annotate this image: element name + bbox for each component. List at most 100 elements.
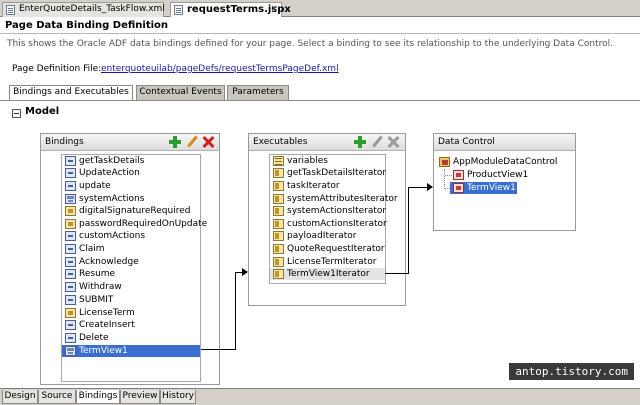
view-object-icon bbox=[453, 170, 464, 180]
executable-item[interactable]: taskIterator bbox=[270, 180, 385, 192]
iterator-icon bbox=[273, 231, 284, 241]
binding-item[interactable]: update bbox=[62, 180, 200, 192]
bindings-list[interactable]: getTaskDetails UpdateAction update syste… bbox=[61, 154, 207, 382]
binding-item[interactable]: Withdraw bbox=[62, 281, 200, 293]
executable-item[interactable]: customActionsIterator bbox=[270, 218, 387, 230]
iterator-icon bbox=[273, 206, 284, 216]
executable-item[interactable]: LicenseTermIterator bbox=[270, 256, 385, 268]
connector-line bbox=[201, 349, 235, 350]
tree-connector bbox=[444, 169, 445, 189]
binding-item[interactable]: Acknowledge bbox=[62, 256, 200, 268]
editor-tab-request-terms[interactable]: requestTerms.jspx × bbox=[170, 2, 291, 18]
tab-source[interactable]: Source bbox=[38, 390, 76, 404]
page-definition-label: Page Definition File: bbox=[12, 64, 102, 74]
executables-panel-header: Executables bbox=[249, 134, 405, 151]
binding-item[interactable]: SUBMIT bbox=[62, 294, 200, 306]
iterator-icon bbox=[273, 168, 284, 178]
binding-item[interactable]: digitalSignatureRequired bbox=[62, 205, 200, 217]
iterator-icon bbox=[273, 244, 284, 254]
bindings-panel-header: Bindings bbox=[41, 134, 219, 151]
delete-binding-icon[interactable] bbox=[201, 135, 215, 149]
tab-history[interactable]: History bbox=[160, 390, 196, 404]
executable-item[interactable]: variables bbox=[270, 155, 385, 167]
binding-item-selected[interactable]: TermView1 bbox=[62, 345, 200, 357]
executables-panel: Executables variables getTaskDetailsIter… bbox=[248, 133, 406, 306]
editor-tab-label: EnterQuoteDetails_TaskFlow.xml bbox=[19, 4, 165, 14]
connector-line bbox=[408, 187, 409, 274]
method-icon bbox=[65, 244, 76, 254]
attribute-icon bbox=[65, 219, 76, 229]
executable-item[interactable]: QuoteRequestIterator bbox=[270, 243, 385, 255]
variables-icon bbox=[273, 156, 284, 166]
tab-bindings-and-executables[interactable]: Bindings and Executables bbox=[9, 85, 133, 101]
binding-item[interactable]: customActions bbox=[62, 230, 200, 242]
tab-bindings[interactable]: Bindings bbox=[76, 390, 120, 404]
attribute-icon bbox=[65, 308, 76, 318]
close-tab-icon[interactable]: × bbox=[270, 3, 278, 16]
binding-item[interactable]: systemActions bbox=[62, 193, 200, 205]
executables-list[interactable]: variables getTaskDetailsIterator taskIte… bbox=[269, 154, 398, 284]
binding-item[interactable]: LicenseTerm bbox=[62, 307, 200, 319]
executable-item[interactable]: systemActionsIterator bbox=[270, 205, 386, 217]
connector-line bbox=[385, 273, 409, 274]
executable-item[interactable]: getTaskDetailsIterator bbox=[270, 167, 386, 179]
page-definition-link[interactable]: enterquoteuilab/pageDefs/requestTermsPag… bbox=[101, 64, 339, 74]
iterator-icon bbox=[273, 194, 284, 204]
method-icon bbox=[65, 320, 76, 330]
delete-executable-icon[interactable] bbox=[386, 135, 400, 149]
binding-item[interactable]: Delete bbox=[62, 332, 200, 344]
data-control-item-selected[interactable]: TermView1 bbox=[450, 182, 517, 194]
binding-item[interactable]: passwordRequiredOnUpdate bbox=[62, 218, 207, 230]
tab-design[interactable]: Design bbox=[2, 390, 38, 404]
binding-item[interactable]: Claim bbox=[62, 243, 200, 255]
executable-item[interactable]: systemAttributesIterator bbox=[270, 193, 398, 205]
method-icon bbox=[65, 156, 76, 166]
connector-arrow-icon bbox=[242, 268, 248, 276]
tree-binding-icon bbox=[65, 194, 76, 204]
iterator-icon bbox=[273, 257, 284, 267]
bindings-panel: Bindings getTaskDetails UpdateAction upd… bbox=[40, 133, 220, 385]
tab-divider bbox=[0, 100, 640, 101]
jspx-file-icon bbox=[174, 5, 183, 15]
connector-line bbox=[408, 187, 427, 188]
executables-panel-title: Executables bbox=[253, 137, 308, 147]
iterator-icon bbox=[273, 219, 284, 229]
iterator-icon bbox=[273, 269, 284, 279]
tab-preview[interactable]: Preview bbox=[120, 390, 160, 404]
executable-item[interactable]: payloadIterator bbox=[270, 230, 385, 242]
attribute-icon bbox=[65, 206, 76, 216]
page-description: This shows the Oracle ADF data bindings … bbox=[7, 39, 613, 49]
data-control-panel: Data Control AppModuleDataControl Produc… bbox=[433, 133, 576, 231]
model-section-label: Model bbox=[25, 106, 60, 117]
edit-executable-icon[interactable] bbox=[370, 135, 384, 149]
watermark: antop.tistory.com bbox=[509, 363, 634, 380]
method-icon bbox=[65, 168, 76, 178]
method-icon bbox=[65, 231, 76, 241]
application-module-icon bbox=[439, 157, 450, 167]
xml-file-icon bbox=[6, 5, 15, 15]
method-icon bbox=[65, 181, 76, 191]
divider bbox=[0, 33, 640, 34]
method-icon bbox=[65, 269, 76, 279]
tab-contextual-events[interactable]: Contextual Events bbox=[136, 85, 225, 100]
data-control-item[interactable]: ProductView1 bbox=[450, 169, 530, 181]
edit-binding-icon[interactable] bbox=[185, 135, 199, 149]
method-icon bbox=[65, 257, 76, 267]
binding-item[interactable]: Resume bbox=[62, 268, 200, 280]
bindings-panel-title: Bindings bbox=[45, 137, 84, 147]
binding-item[interactable]: getTaskDetails bbox=[62, 155, 200, 167]
method-icon bbox=[65, 295, 76, 305]
binding-item[interactable]: UpdateAction bbox=[62, 167, 200, 179]
connector-arrow-icon bbox=[427, 183, 433, 191]
add-executable-icon[interactable] bbox=[353, 135, 367, 149]
executable-item-highlighted[interactable]: TermView1Iterator bbox=[270, 268, 385, 280]
page-data-binding-editor: Page Data Binding Definition This shows … bbox=[0, 17, 640, 388]
add-binding-icon[interactable] bbox=[168, 135, 182, 149]
editor-tab-taskflow[interactable]: EnterQuoteDetails_TaskFlow.xml bbox=[2, 2, 165, 17]
binding-item[interactable]: CreateInsert bbox=[62, 319, 200, 331]
data-control-root[interactable]: AppModuleDataControl bbox=[436, 156, 566, 168]
method-icon bbox=[65, 333, 76, 343]
tab-parameters[interactable]: Parameters bbox=[227, 85, 289, 100]
bottom-tab-bar: Design Source Bindings Preview History bbox=[0, 388, 640, 405]
collapse-model-icon[interactable] bbox=[12, 109, 21, 118]
